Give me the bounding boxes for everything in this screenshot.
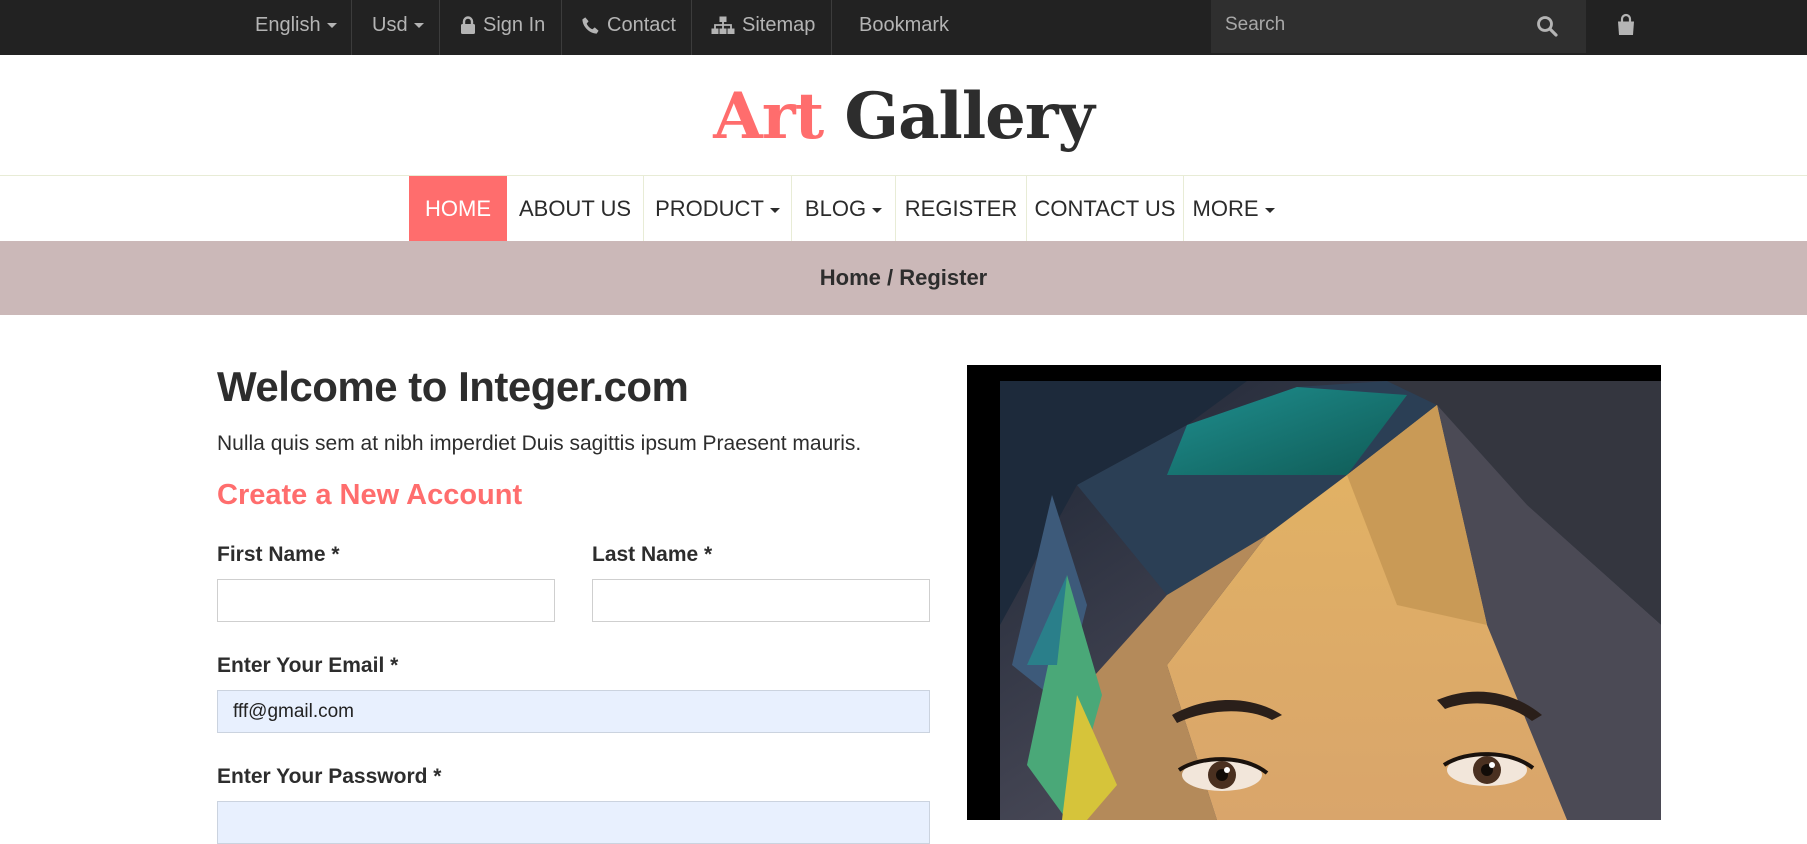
chevron-down-icon bbox=[413, 23, 424, 29]
sitemap-link[interactable]: Sitemap bbox=[711, 0, 815, 55]
currency-dropdown[interactable]: Usd bbox=[372, 0, 424, 55]
nav-blog[interactable]: BLOG bbox=[792, 176, 896, 241]
search-input[interactable] bbox=[1225, 0, 1525, 50]
form-subheading: Create a New Account bbox=[217, 479, 523, 511]
artwork-image bbox=[967, 365, 1661, 820]
first-name-field[interactable] bbox=[217, 579, 555, 622]
breadcrumb: Home / Register bbox=[819, 265, 988, 290]
chevron-down-icon bbox=[872, 207, 883, 213]
first-name-label: First Name * bbox=[217, 543, 340, 566]
nav-more-label: MORE bbox=[1192, 196, 1259, 221]
search-box bbox=[1211, 0, 1586, 53]
nav-contact-label: CONTACT US bbox=[1034, 196, 1176, 221]
phone-icon bbox=[582, 17, 599, 34]
nav-register[interactable]: REGISTER bbox=[896, 176, 1027, 241]
nav-contact[interactable]: CONTACT US bbox=[1027, 176, 1184, 241]
nav-product-label: PRODUCT bbox=[655, 196, 764, 221]
chevron-down-icon bbox=[1264, 207, 1275, 213]
email-field[interactable] bbox=[217, 690, 930, 733]
password-label: Enter Your Password * bbox=[217, 765, 442, 788]
divider bbox=[831, 0, 832, 55]
top-bar: English Usd Sign In Contact Sitemap Book… bbox=[0, 0, 1807, 55]
language-label: English bbox=[255, 14, 321, 36]
divider bbox=[439, 0, 440, 55]
intro-text: Nulla quis sem at nibh imperdiet Duis sa… bbox=[217, 432, 862, 455]
password-field[interactable] bbox=[217, 801, 930, 844]
shopping-bag-icon[interactable] bbox=[1616, 13, 1636, 37]
bookmark-label: Bookmark bbox=[859, 14, 950, 36]
portrait-painting bbox=[967, 365, 1661, 820]
email-label: Enter Your Email * bbox=[217, 654, 399, 677]
main-nav: HOME ABOUT US PRODUCT BLOG REGISTER CONT… bbox=[0, 175, 1807, 242]
divider bbox=[351, 0, 352, 55]
currency-label: Usd bbox=[372, 14, 408, 36]
contact-link[interactable]: Contact bbox=[581, 0, 676, 55]
site-logo[interactable]: Art Gallery bbox=[0, 76, 1807, 158]
sitemap-icon bbox=[711, 16, 735, 35]
divider bbox=[561, 0, 562, 55]
lock-icon bbox=[461, 16, 475, 35]
nav-about-label: ABOUT US bbox=[518, 196, 632, 221]
bookmark-link[interactable]: Bookmark bbox=[859, 0, 949, 55]
last-name-field[interactable] bbox=[592, 579, 930, 622]
nav-home-label: HOME bbox=[425, 196, 491, 221]
logo-text-art: Art bbox=[713, 79, 824, 154]
signin-label: Sign In bbox=[483, 14, 546, 36]
search-icon[interactable] bbox=[1535, 14, 1559, 38]
nav-register-label: REGISTER bbox=[904, 196, 1018, 221]
divider bbox=[691, 0, 692, 55]
signin-link[interactable]: Sign In bbox=[460, 0, 545, 55]
nav-product[interactable]: PRODUCT bbox=[644, 176, 792, 241]
nav-blog-label: BLOG bbox=[804, 196, 867, 221]
nav-home[interactable]: HOME bbox=[409, 176, 507, 241]
nav-more[interactable]: MORE bbox=[1184, 176, 1283, 241]
last-name-label: Last Name * bbox=[592, 543, 713, 566]
language-dropdown[interactable]: English bbox=[255, 0, 337, 55]
chevron-down-icon bbox=[326, 23, 337, 29]
logo-text-gallery: Gallery bbox=[844, 79, 1094, 154]
contact-label: Contact bbox=[607, 14, 676, 36]
page-title: Welcome to Integer.com bbox=[217, 363, 689, 410]
sitemap-label: Sitemap bbox=[742, 14, 816, 36]
chevron-down-icon bbox=[769, 207, 780, 213]
nav-about[interactable]: ABOUT US bbox=[507, 176, 644, 241]
breadcrumb-bar: Home / Register bbox=[0, 241, 1807, 315]
